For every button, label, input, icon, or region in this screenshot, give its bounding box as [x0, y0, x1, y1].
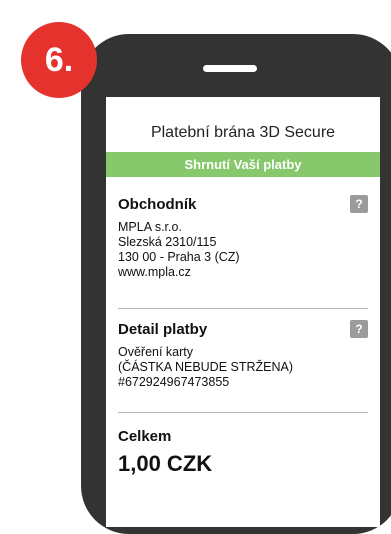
merchant-section: Obchodník ? MPLA s.r.o. Slezská 2310/115… — [118, 195, 368, 280]
total-label: Celkem — [118, 428, 172, 445]
payment-note: (ČÁSTKA NEBUDE STRŽENA) — [118, 360, 294, 374]
payment-type: Ověření karty — [118, 345, 194, 359]
merchant-street: Slezská 2310/115 — [118, 235, 217, 249]
payment-details: Ověření karty (ČÁSTKA NEBUDE STRŽENA) #6… — [118, 345, 368, 390]
total-amount: 1,00 CZK — [118, 451, 213, 476]
merchant-help-icon[interactable]: ? — [350, 195, 368, 213]
summary-banner: Shrnutí Vaší platby — [106, 152, 380, 177]
gateway-title: Platební brána 3D Secure — [150, 124, 336, 141]
section-divider — [118, 412, 368, 413]
total-section: Celkem 1,00 CZK — [118, 428, 368, 477]
merchant-details: MPLA s.r.o. Slezská 2310/115 130 00 - Pr… — [118, 220, 368, 280]
payment-id: #672924967473855 — [118, 375, 230, 389]
payment-detail-title: Detail platby — [118, 320, 208, 338]
merchant-city: 130 00 - Praha 3 (CZ) — [118, 250, 240, 264]
payment-detail-section: Detail platby ? Ověření karty (ČÁSTKA NE… — [118, 320, 368, 390]
merchant-name: MPLA s.r.o. — [118, 220, 182, 234]
section-divider — [118, 308, 368, 309]
phone-screen: Platební brána 3D Secure Shrnutí Vaší pl… — [106, 97, 380, 527]
step-number: 6. — [44, 40, 74, 79]
step-number-badge: 6. — [21, 22, 97, 98]
phone-speaker — [203, 65, 257, 72]
merchant-title: Obchodník — [118, 195, 197, 213]
payment-help-icon[interactable]: ? — [350, 320, 368, 338]
merchant-website: www.mpla.cz — [118, 265, 191, 279]
